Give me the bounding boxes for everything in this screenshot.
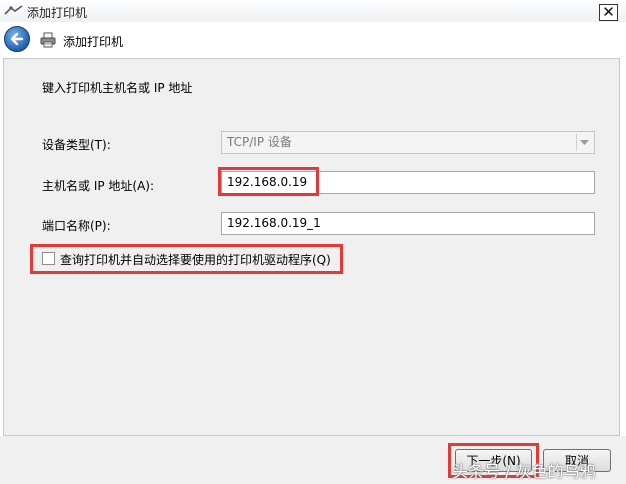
port-name-input[interactable]: 192.168.0.19_1 bbox=[221, 212, 595, 235]
watermark: 头条号 / 灰色的乌鸦 bbox=[452, 462, 596, 481]
app-icon bbox=[4, 5, 23, 15]
hostname-label: 主机名或 IP 地址(A): bbox=[42, 179, 155, 193]
wizard-header: 添加打印机 bbox=[0, 22, 626, 58]
printer-icon bbox=[40, 32, 56, 48]
back-arrow-icon bbox=[10, 32, 24, 46]
close-button[interactable]: ✕ bbox=[599, 4, 618, 21]
port-name-label: 端口名称(P): bbox=[42, 219, 111, 233]
instruction-heading: 键入打印机主机名或 IP 地址 bbox=[42, 81, 193, 95]
chevron-down-icon bbox=[576, 134, 592, 151]
back-button[interactable] bbox=[4, 26, 30, 52]
device-type-value: TCP/IP 设备 bbox=[227, 135, 292, 149]
title-bar: 添加打印机 ✕ bbox=[0, 0, 626, 22]
device-type-label: 设备类型(T): bbox=[42, 138, 111, 152]
device-type-select[interactable]: TCP/IP 设备 bbox=[221, 131, 595, 154]
wizard-title: 添加打印机 bbox=[63, 35, 124, 49]
hostname-highlight bbox=[218, 167, 319, 196]
window-title: 添加打印机 bbox=[27, 6, 88, 20]
checkbox-highlight bbox=[30, 244, 343, 274]
close-icon: ✕ bbox=[602, 3, 615, 21]
